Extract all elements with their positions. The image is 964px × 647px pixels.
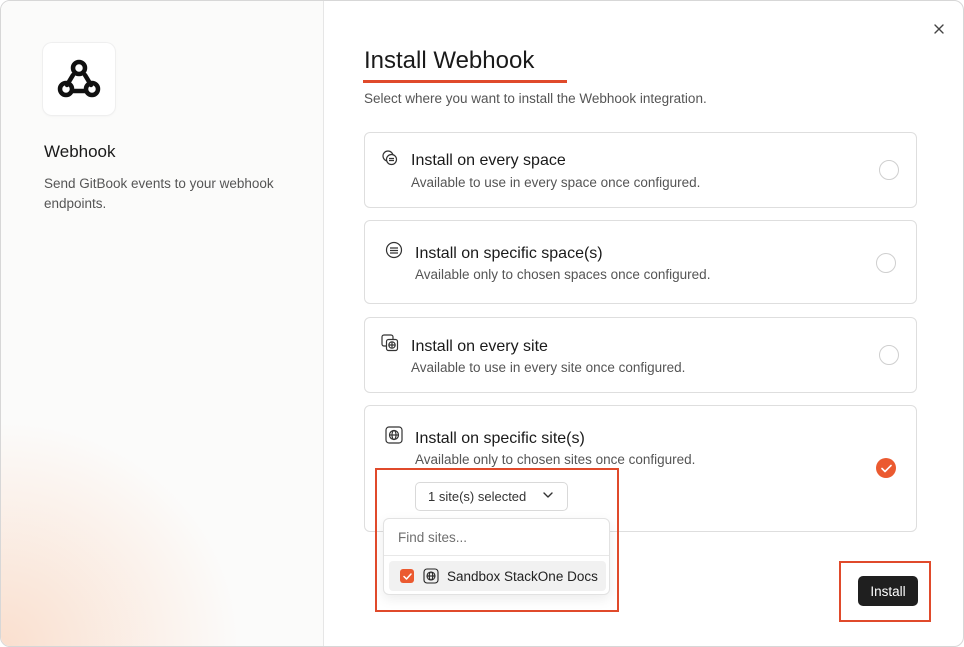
title-highlight <box>363 80 567 83</box>
option-radio-checked[interactable] <box>876 458 896 478</box>
check-icon <box>402 572 412 580</box>
option-every-site[interactable]: Install on every site Available to use i… <box>364 317 917 393</box>
option-title: Install on every space <box>411 152 566 169</box>
site-select-menu: Sandbox StackOne Docs <box>383 518 610 595</box>
site-select-label: 1 site(s) selected <box>428 489 527 504</box>
dialog-title: Install Webhook <box>364 47 535 74</box>
option-title: Install on specific site(s) <box>415 430 585 447</box>
globe-icon <box>385 426 403 444</box>
install-button[interactable]: Install <box>858 576 918 606</box>
option-radio[interactable] <box>879 160 899 180</box>
check-icon <box>880 464 892 472</box>
option-specific-spaces[interactable]: Install on specific space(s) Available o… <box>364 220 917 304</box>
app-description: Send GitBook events to your webhook endp… <box>44 176 274 211</box>
space-icon <box>385 241 403 259</box>
webhook-icon <box>57 59 101 98</box>
app-name: Webhook <box>44 142 116 161</box>
close-button[interactable] <box>929 19 949 39</box>
site-option[interactable]: Sandbox StackOne Docs <box>389 561 606 591</box>
site-select-dropdown[interactable]: 1 site(s) selected <box>415 482 568 511</box>
dialog-subtitle: Select where you want to install the Web… <box>364 91 707 106</box>
option-description: Available only to chosen spaces once con… <box>415 267 711 282</box>
option-description: Available to use in every space once con… <box>411 175 701 190</box>
site-checkbox[interactable] <box>400 569 414 583</box>
install-dialog: Webhook Send GitBook events to your webh… <box>0 0 964 647</box>
site-option-label: Sandbox StackOne Docs <box>447 569 598 584</box>
option-radio[interactable] <box>876 253 896 273</box>
globe-icon <box>423 568 439 584</box>
option-description: Available to use in every site once conf… <box>411 360 686 375</box>
option-every-space[interactable]: Install on every space Available to use … <box>364 132 917 208</box>
find-sites-input[interactable] <box>384 519 609 556</box>
close-icon <box>934 24 944 34</box>
option-title: Install on specific space(s) <box>415 245 603 262</box>
chevron-down-icon <box>543 492 553 498</box>
option-radio[interactable] <box>879 345 899 365</box>
spaces-icon <box>382 150 398 166</box>
app-logo <box>43 43 115 115</box>
option-description: Available only to chosen sites once conf… <box>415 452 696 467</box>
app-info-panel: Webhook Send GitBook events to your webh… <box>1 1 324 646</box>
sites-icon <box>381 334 399 352</box>
option-specific-sites[interactable]: Install on specific site(s) Available on… <box>364 405 917 532</box>
option-title: Install on every site <box>411 338 548 355</box>
